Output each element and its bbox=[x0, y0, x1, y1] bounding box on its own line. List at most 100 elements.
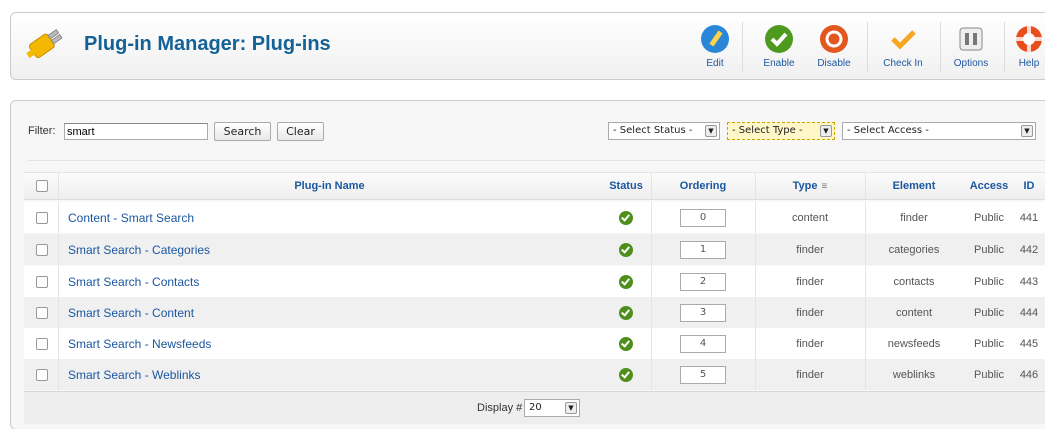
filter-search-input[interactable] bbox=[64, 123, 208, 140]
chevron-down-icon: ▼ bbox=[565, 402, 577, 414]
edit-icon bbox=[701, 25, 729, 53]
col-header-ordering[interactable]: Ordering bbox=[651, 173, 755, 199]
table-row: Smart Search - Contacts 2 finder contacts Pu… bbox=[24, 266, 1045, 297]
plugin-id: 444 bbox=[1019, 306, 1039, 319]
help-icon bbox=[1016, 26, 1042, 52]
enabled-status-icon[interactable] bbox=[619, 210, 633, 225]
plugin-name-link[interactable]: Smart Search - Weblinks bbox=[24, 359, 601, 390]
chevron-down-icon: ▼ bbox=[820, 125, 832, 137]
type-select-value: - Select Type - bbox=[732, 125, 803, 136]
plugin-name-link[interactable]: Smart Search - Categories bbox=[24, 234, 601, 265]
table-row: Smart Search - Categories 1 finder categori… bbox=[24, 234, 1045, 265]
col-header-type-label: Type bbox=[792, 180, 818, 192]
plugin-type: finder bbox=[796, 337, 824, 350]
plugin-access: Public bbox=[974, 275, 1004, 288]
options-label: Options bbox=[953, 58, 989, 69]
plugin-name-link[interactable]: Smart Search - Contacts bbox=[24, 266, 601, 297]
edit-label: Edit bbox=[706, 58, 724, 69]
help-label: Help bbox=[1018, 58, 1040, 69]
plugin-id: 441 bbox=[1019, 211, 1039, 224]
display-limit-select[interactable]: 20 ▼ bbox=[524, 399, 580, 417]
display-limit-value: 20 bbox=[529, 402, 542, 413]
plugin-id: 443 bbox=[1019, 275, 1039, 288]
disable-button[interactable]: Disable bbox=[812, 24, 856, 69]
ordering-input[interactable]: 5 bbox=[680, 365, 726, 384]
plugin-access: Public bbox=[974, 243, 1004, 256]
plugin-id: 446 bbox=[1019, 368, 1039, 381]
plugin-element: finder bbox=[900, 211, 928, 224]
toolbar-divider bbox=[867, 22, 868, 72]
access-select-value: - Select Access - bbox=[847, 125, 929, 136]
col-header-element[interactable]: Element bbox=[865, 173, 963, 199]
access-select[interactable]: - Select Access - ▼ bbox=[842, 122, 1036, 140]
col-header-type[interactable]: Type ≡ bbox=[755, 173, 865, 199]
disable-icon bbox=[820, 25, 848, 53]
plugin-element: weblinks bbox=[892, 368, 936, 381]
page-title: Plug-in Manager: Plug-ins bbox=[84, 33, 331, 55]
enabled-status-icon[interactable] bbox=[619, 305, 633, 320]
table-row: Content - Smart Search 0 content finder Publ… bbox=[24, 202, 1045, 233]
table-header: Plug-in Name Status Ordering Type ≡ Elem… bbox=[24, 172, 1045, 200]
plugin-type: finder bbox=[796, 275, 824, 288]
col-header-name[interactable]: Plug-in Name bbox=[58, 173, 601, 199]
plugin-access: Public bbox=[974, 337, 1004, 350]
checkin-button[interactable]: Check In bbox=[877, 24, 929, 69]
toolbar-divider bbox=[742, 22, 743, 72]
plugin-name-link[interactable]: Content - Smart Search bbox=[24, 202, 601, 233]
chevron-down-icon: ▼ bbox=[705, 125, 717, 137]
enable-button[interactable]: Enable bbox=[759, 24, 799, 69]
table-row: Smart Search - Weblinks 5 finder weblinks Pu… bbox=[24, 359, 1045, 390]
col-header-status[interactable]: Status bbox=[601, 173, 651, 199]
options-button[interactable]: Options bbox=[950, 24, 992, 69]
ordering-input[interactable]: 0 bbox=[680, 208, 726, 227]
disable-label: Disable bbox=[817, 58, 851, 69]
plugin-name-link[interactable]: Smart Search - Newsfeeds bbox=[24, 328, 601, 359]
display-label: Display # bbox=[477, 402, 523, 414]
chevron-down-icon: ▼ bbox=[1021, 125, 1033, 137]
status-select[interactable]: - Select Status - ▼ bbox=[608, 122, 720, 140]
type-select[interactable]: - Select Type - ▼ bbox=[727, 122, 835, 140]
col-header-id[interactable]: ID bbox=[1015, 173, 1043, 199]
plugin-type: finder bbox=[796, 243, 824, 256]
plugin-access: Public bbox=[974, 211, 1004, 224]
ordering-input[interactable]: 4 bbox=[680, 334, 726, 353]
plugin-element: content bbox=[895, 306, 933, 319]
plugin-access: Public bbox=[974, 368, 1004, 381]
plugin-type: finder bbox=[796, 306, 824, 319]
plugin-element: categories bbox=[888, 243, 940, 256]
enabled-status-icon[interactable] bbox=[619, 242, 633, 257]
ordering-input[interactable]: 1 bbox=[680, 240, 726, 259]
filter-label: Filter: bbox=[28, 125, 56, 137]
edit-button[interactable]: Edit bbox=[699, 24, 731, 69]
plugin-icon bbox=[26, 29, 63, 59]
plugin-type: content bbox=[791, 211, 829, 224]
checkin-label: Check In bbox=[883, 58, 923, 69]
sort-icon: ≡ bbox=[821, 180, 828, 192]
checkin-icon bbox=[891, 30, 916, 50]
plugin-element: contacts bbox=[893, 275, 935, 288]
toolbar-divider bbox=[940, 22, 941, 72]
divider bbox=[28, 160, 1045, 161]
enabled-status-icon[interactable] bbox=[619, 336, 633, 351]
plugin-element: newsfeeds bbox=[887, 337, 941, 350]
plugin-name-link[interactable]: Smart Search - Content bbox=[24, 297, 601, 328]
search-button[interactable]: Search bbox=[214, 122, 271, 141]
options-icon bbox=[959, 27, 983, 51]
plugin-access: Public bbox=[974, 306, 1004, 319]
status-select-value: - Select Status - bbox=[613, 125, 693, 136]
enabled-status-icon[interactable] bbox=[619, 367, 633, 382]
plugin-type: finder bbox=[796, 368, 824, 381]
col-header-access[interactable]: Access bbox=[963, 173, 1015, 199]
help-button[interactable]: Help bbox=[1014, 24, 1044, 69]
enabled-status-icon[interactable] bbox=[619, 274, 633, 289]
ordering-input[interactable]: 3 bbox=[680, 303, 726, 322]
enable-label: Enable bbox=[763, 58, 795, 69]
select-all-checkbox[interactable] bbox=[36, 180, 48, 192]
table-row: Smart Search - Content 3 finder content Publ… bbox=[24, 297, 1045, 328]
plugin-id: 442 bbox=[1019, 243, 1039, 256]
toolbar-divider bbox=[1004, 22, 1005, 72]
table-row: Smart Search - Newsfeeds 4 finder newsfeeds… bbox=[24, 328, 1045, 359]
ordering-input[interactable]: 2 bbox=[680, 272, 726, 291]
clear-button[interactable]: Clear bbox=[277, 122, 324, 141]
enable-icon bbox=[765, 25, 793, 53]
